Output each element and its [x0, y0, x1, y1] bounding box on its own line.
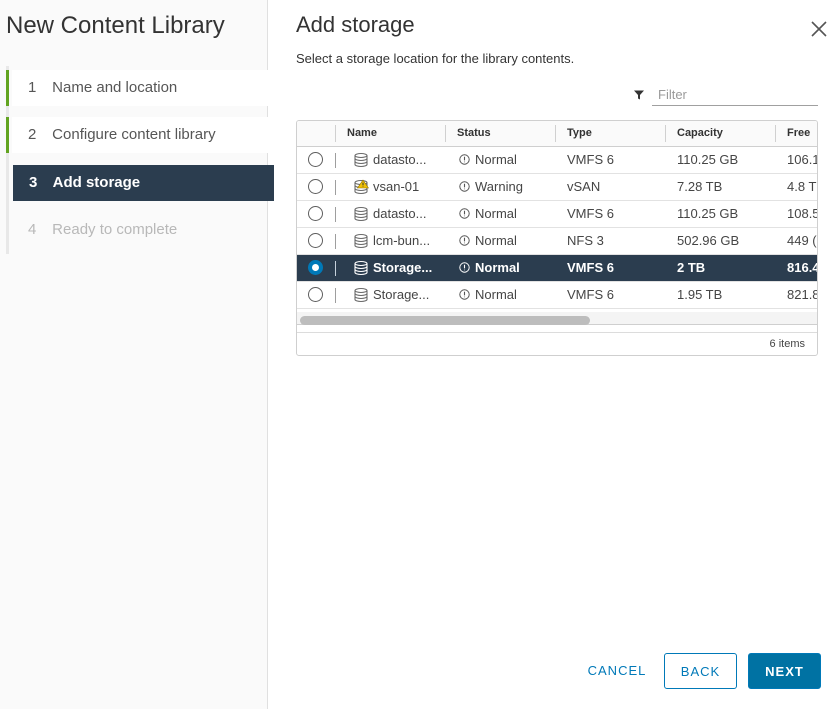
column-header-name[interactable]: Name [347, 121, 377, 146]
step-configure-content-library[interactable]: 2 Configure content library [6, 117, 268, 153]
cancel-button[interactable]: CANCEL [578, 653, 656, 689]
grid-header: Name Status Type Capacity Free [297, 121, 817, 147]
cell-name: lcm-bun... [373, 233, 431, 248]
wizard-sidebar: New Content Library 1 Name and location … [0, 0, 274, 709]
cell-type: NFS 3 [567, 233, 604, 248]
column-header-type[interactable]: Type [567, 121, 592, 146]
cell-name: datasto... [373, 152, 427, 167]
cell-name: Storage... [373, 260, 433, 275]
cell-status: Warning [475, 179, 523, 194]
scrollbar-thumb[interactable] [300, 316, 590, 325]
cell-status: Normal [475, 206, 517, 221]
back-button[interactable]: BACK [664, 653, 737, 689]
cell-capacity: 7.28 TB [677, 179, 723, 194]
step-add-storage[interactable]: 3 Add storage [13, 165, 274, 201]
close-icon[interactable] [808, 18, 830, 40]
cell-free: 449 ( [787, 233, 817, 248]
row-radio[interactable] [308, 152, 323, 167]
row-separator [335, 180, 336, 195]
datastore-icon [354, 233, 368, 249]
wizard-steps: 1 Name and location 2 Configure content … [6, 66, 274, 254]
row-separator [335, 261, 336, 276]
info-circle-icon [459, 154, 470, 165]
step-number: 2 [28, 126, 37, 143]
row-separator [335, 207, 336, 222]
column-header-status[interactable]: Status [457, 121, 491, 146]
cell-type: VMFS 6 [567, 206, 614, 221]
step-label: Add storage [52, 174, 141, 191]
column-separator[interactable] [775, 125, 776, 142]
cell-capacity: 502.96 GB [677, 233, 740, 248]
table-row[interactable]: datasto... Normal VMFS 6 110.25 GB 106.1 [297, 147, 818, 174]
column-separator [335, 125, 336, 142]
cell-type: VMFS 6 [567, 287, 614, 302]
cell-capacity: 1.95 TB [677, 287, 723, 302]
row-radio[interactable] [308, 206, 323, 221]
cell-status: Normal [475, 287, 517, 302]
cell-name: vsan-01 [373, 179, 420, 194]
table-row[interactable]: datasto... Normal VMFS 6 110.25 GB 108.5 [297, 201, 818, 228]
column-header-capacity[interactable]: Capacity [677, 121, 723, 146]
row-separator [335, 234, 336, 249]
cell-status: Normal [475, 260, 520, 275]
column-header-free[interactable]: Free [787, 121, 810, 146]
cell-status: Normal [475, 233, 517, 248]
datastore-grid: Name Status Type Capacity Free datasto..… [296, 120, 818, 356]
datastore-warning-icon [354, 179, 369, 195]
info-circle-icon [459, 208, 470, 219]
step-ready-to-complete: 4 Ready to complete [12, 212, 268, 248]
cell-free: 4.8 T [787, 179, 817, 194]
item-count: 6 items [769, 338, 805, 350]
cell-name: Storage... [373, 287, 430, 302]
table-row[interactable]: lcm-bun... Normal NFS 3 502.96 GB 449 ( [297, 228, 817, 255]
step-label: Configure content library [52, 126, 216, 143]
info-circle-icon [459, 289, 470, 300]
row-separator [335, 288, 336, 303]
cell-free: 106.1 [787, 152, 818, 167]
row-radio-checked[interactable] [308, 260, 323, 275]
step-number: 3 [29, 174, 38, 191]
step-number: 4 [28, 221, 37, 238]
datastore-icon [354, 206, 368, 222]
table-row[interactable]: Storage... Normal VMFS 6 1.95 TB 821.8 [297, 282, 818, 309]
cell-capacity: 110.25 GB [677, 152, 739, 167]
info-circle-icon [459, 262, 470, 273]
cell-free: 821.8 [787, 287, 818, 302]
cell-type: VMFS 6 [567, 152, 614, 167]
info-circle-icon [459, 235, 470, 246]
page-subtitle: Select a storage location for the librar… [296, 51, 575, 66]
datastore-icon [354, 260, 368, 276]
grid-footer: 6 items [297, 332, 817, 355]
cell-capacity: 110.25 GB [677, 206, 739, 221]
step-label: Ready to complete [52, 221, 178, 238]
cell-type: VMFS 6 [567, 260, 614, 275]
page-title: Add storage [296, 12, 415, 37]
step-name-and-location[interactable]: 1 Name and location [6, 70, 268, 106]
next-button[interactable]: NEXT [748, 653, 821, 689]
cell-free: 816.4 [787, 260, 818, 275]
datastore-icon [354, 152, 368, 168]
step-label: Name and location [52, 79, 178, 96]
cell-capacity: 2 TB [677, 260, 706, 275]
cell-name: datasto... [373, 206, 427, 221]
table-row[interactable]: vsan-01 Warning vSAN 7.28 TB 4.8 T [297, 174, 817, 201]
table-row-selected[interactable]: Storage... Normal VMFS 6 2 TB 816.4 [297, 255, 818, 282]
datastore-icon [354, 287, 368, 303]
row-radio[interactable] [308, 179, 323, 194]
filter-icon [634, 90, 644, 100]
wizard-title: New Content Library [6, 12, 225, 39]
step-number: 1 [28, 79, 37, 96]
row-separator [335, 153, 336, 168]
column-separator[interactable] [555, 125, 556, 142]
row-radio[interactable] [308, 287, 323, 302]
cell-type: vSAN [567, 179, 601, 194]
cell-free: 108.5 [787, 206, 818, 221]
cell-status: Normal [475, 152, 517, 167]
column-separator[interactable] [665, 125, 666, 142]
column-separator[interactable] [445, 125, 446, 142]
info-circle-icon [459, 181, 470, 192]
filter-input[interactable] [652, 84, 818, 106]
row-radio[interactable] [308, 233, 323, 248]
